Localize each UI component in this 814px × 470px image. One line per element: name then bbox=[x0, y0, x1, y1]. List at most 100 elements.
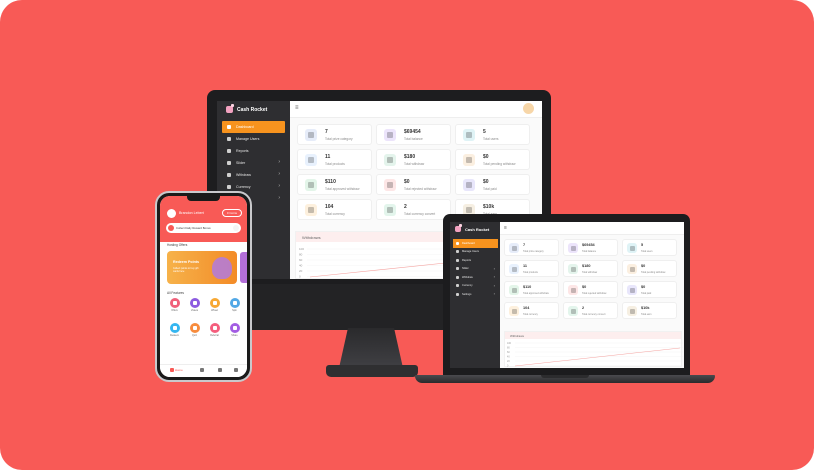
stat-card[interactable]: 104 Total currency bbox=[504, 302, 559, 319]
stat-value: $0 bbox=[641, 264, 646, 268]
feature-wheel[interactable]: Wheel bbox=[207, 298, 222, 312]
stat-card[interactable]: $0 Total rejected withdraw bbox=[563, 281, 618, 298]
feature-share[interactable]: Share bbox=[227, 323, 242, 337]
stat-card[interactable]: $10k Total earn bbox=[622, 302, 677, 319]
stat-card[interactable]: $0 Total paid bbox=[622, 281, 677, 298]
sidebar-item-settings[interactable]: Settings› bbox=[453, 290, 498, 299]
tag-icon bbox=[509, 243, 519, 253]
stat-card[interactable]: 5 Total users bbox=[455, 124, 530, 145]
tag-icon bbox=[305, 129, 317, 141]
sidebar-item-dashboard[interactable]: Dashboard bbox=[453, 239, 498, 248]
stat-card[interactable]: $0 Total pending withdraw bbox=[455, 149, 530, 170]
y-tick-label: 80 bbox=[299, 253, 303, 257]
sidebar-item-reports[interactable]: Reports bbox=[222, 145, 285, 157]
hamburger-menu-icon[interactable]: ≡ bbox=[295, 105, 299, 111]
stat-card[interactable]: $0 Total rejected withdraw bbox=[376, 174, 451, 195]
stat-label: Total currency bbox=[325, 212, 345, 216]
stat-value: $0 bbox=[641, 285, 646, 289]
users-icon bbox=[463, 129, 475, 141]
feature-spin[interactable]: Spin bbox=[227, 298, 242, 312]
stat-card[interactable]: $110 Total approved withdraw bbox=[504, 281, 559, 298]
stat-label: Total currency convert bbox=[582, 312, 606, 316]
coin-icon bbox=[509, 306, 519, 316]
sidebar-item-manage-users[interactable]: Manage Users bbox=[453, 248, 498, 257]
stat-card[interactable]: 11 Total products bbox=[297, 149, 372, 170]
sidebar-item-currency[interactable]: Currency › bbox=[453, 282, 498, 291]
tab-wallet[interactable] bbox=[218, 368, 222, 373]
sidebar-item-withdraw[interactable]: Withdraw › bbox=[222, 169, 285, 181]
money-icon bbox=[384, 154, 396, 166]
feature-redeem[interactable]: Redeem bbox=[167, 323, 182, 337]
stat-label: Total withdraw bbox=[404, 162, 425, 166]
chevron-right-icon: › bbox=[278, 171, 280, 177]
stat-value: 2 bbox=[582, 306, 585, 310]
stat-card[interactable]: $110 Total approved withdraw bbox=[297, 174, 372, 195]
stat-card[interactable]: $69454 Total balance bbox=[563, 239, 618, 256]
bottom-tab-bar: Home bbox=[160, 364, 247, 377]
stat-card[interactable]: 11 Total products bbox=[504, 260, 559, 277]
stat-card[interactable]: 5 Total users bbox=[622, 239, 677, 256]
feature-videos[interactable]: Videos bbox=[187, 298, 202, 312]
hourglass-icon bbox=[463, 154, 475, 166]
stat-card[interactable]: $180 Total withdraw bbox=[563, 260, 618, 277]
logo-icon bbox=[455, 224, 462, 232]
stat-label: Total earn bbox=[641, 312, 652, 316]
chevron-right-icon: › bbox=[278, 183, 280, 189]
y-tick-label: 20 bbox=[299, 269, 303, 273]
stat-value: $0 bbox=[404, 179, 410, 185]
hamburger-menu-icon[interactable]: ≡ bbox=[504, 225, 507, 231]
sidebar-item-slider[interactable]: Slider › bbox=[222, 157, 285, 169]
banner-title: Redeem Points bbox=[173, 260, 199, 264]
feature-icon bbox=[169, 323, 180, 333]
stat-card[interactable]: 104 Total currency bbox=[297, 199, 372, 220]
sidebar-item-manage-users[interactable]: Manage Users bbox=[222, 133, 285, 145]
y-tick-label: 0 bbox=[507, 365, 509, 368]
brand-logo[interactable]: Cash Rocket bbox=[226, 104, 267, 113]
check-icon bbox=[305, 179, 317, 191]
tab-chat[interactable] bbox=[200, 368, 204, 373]
daily-bonus-label: Collect Daily Reward Bonus bbox=[176, 226, 211, 230]
phone-header: Brandon Lebert 0 Coins Collect Daily Rew… bbox=[160, 196, 247, 242]
feature-icon bbox=[209, 298, 220, 308]
chevron-right-icon: › bbox=[493, 291, 495, 296]
sidebar-item-slider[interactable]: Slider › bbox=[453, 265, 498, 274]
stat-card[interactable]: $69454 Total balance bbox=[376, 124, 451, 145]
feature-offers[interactable]: Offers bbox=[167, 298, 182, 312]
feature-quiz[interactable]: Quiz bbox=[187, 323, 202, 337]
stat-card[interactable]: 2 Total currency convert bbox=[563, 302, 618, 319]
sidebar-item-reports[interactable]: Reports bbox=[453, 256, 498, 265]
sidebar-item-withdraw[interactable]: Withdraw › bbox=[453, 273, 498, 282]
stat-card[interactable]: 7 Total prize category bbox=[504, 239, 559, 256]
image-icon bbox=[227, 161, 231, 165]
feature-label: Spin bbox=[232, 309, 237, 312]
stat-card[interactable]: $0 Total pending withdraw bbox=[622, 260, 677, 277]
chevron-right-icon: › bbox=[493, 282, 495, 288]
feature-icon bbox=[189, 298, 200, 308]
next-banner-peek[interactable] bbox=[240, 252, 247, 283]
stat-card[interactable]: $180 Total withdraw bbox=[376, 149, 451, 170]
reject-icon bbox=[568, 285, 578, 295]
withdraws-chart: Withdraws 100 80 60 40 20 0 bbox=[504, 331, 683, 368]
stat-value: $69454 bbox=[404, 129, 421, 135]
daily-bonus-bar[interactable]: Collect Daily Reward Bonus bbox=[166, 223, 241, 233]
series-line bbox=[514, 347, 681, 367]
phone-notch bbox=[187, 196, 220, 201]
stat-value: $10k bbox=[483, 204, 495, 210]
stat-card[interactable]: $0 Total paid bbox=[455, 174, 530, 195]
stat-card[interactable]: 7 Total prize category bbox=[297, 124, 372, 145]
brand-logo[interactable]: Cash Rocket bbox=[455, 224, 489, 232]
stat-card[interactable]: 2 Total currency convert bbox=[376, 199, 451, 220]
stat-value: $110 bbox=[325, 179, 336, 185]
promo-banner[interactable]: Redeem Points Collect points to buy gift… bbox=[167, 251, 237, 284]
sidebar-item-dashboard[interactable]: Dashboard bbox=[222, 121, 285, 133]
chevron-right-icon: › bbox=[493, 265, 495, 271]
avatar[interactable] bbox=[167, 209, 176, 218]
points-badge[interactable]: 0 Coins bbox=[221, 209, 242, 217]
chevron-right-icon: › bbox=[278, 195, 280, 201]
feature-referral[interactable]: Referral bbox=[207, 323, 222, 337]
tab-home[interactable]: Home bbox=[170, 368, 183, 373]
avatar[interactable] bbox=[523, 103, 534, 114]
tab-profile[interactable] bbox=[234, 368, 238, 373]
stat-value: 104 bbox=[523, 306, 530, 310]
stat-value: $0 bbox=[582, 285, 587, 289]
